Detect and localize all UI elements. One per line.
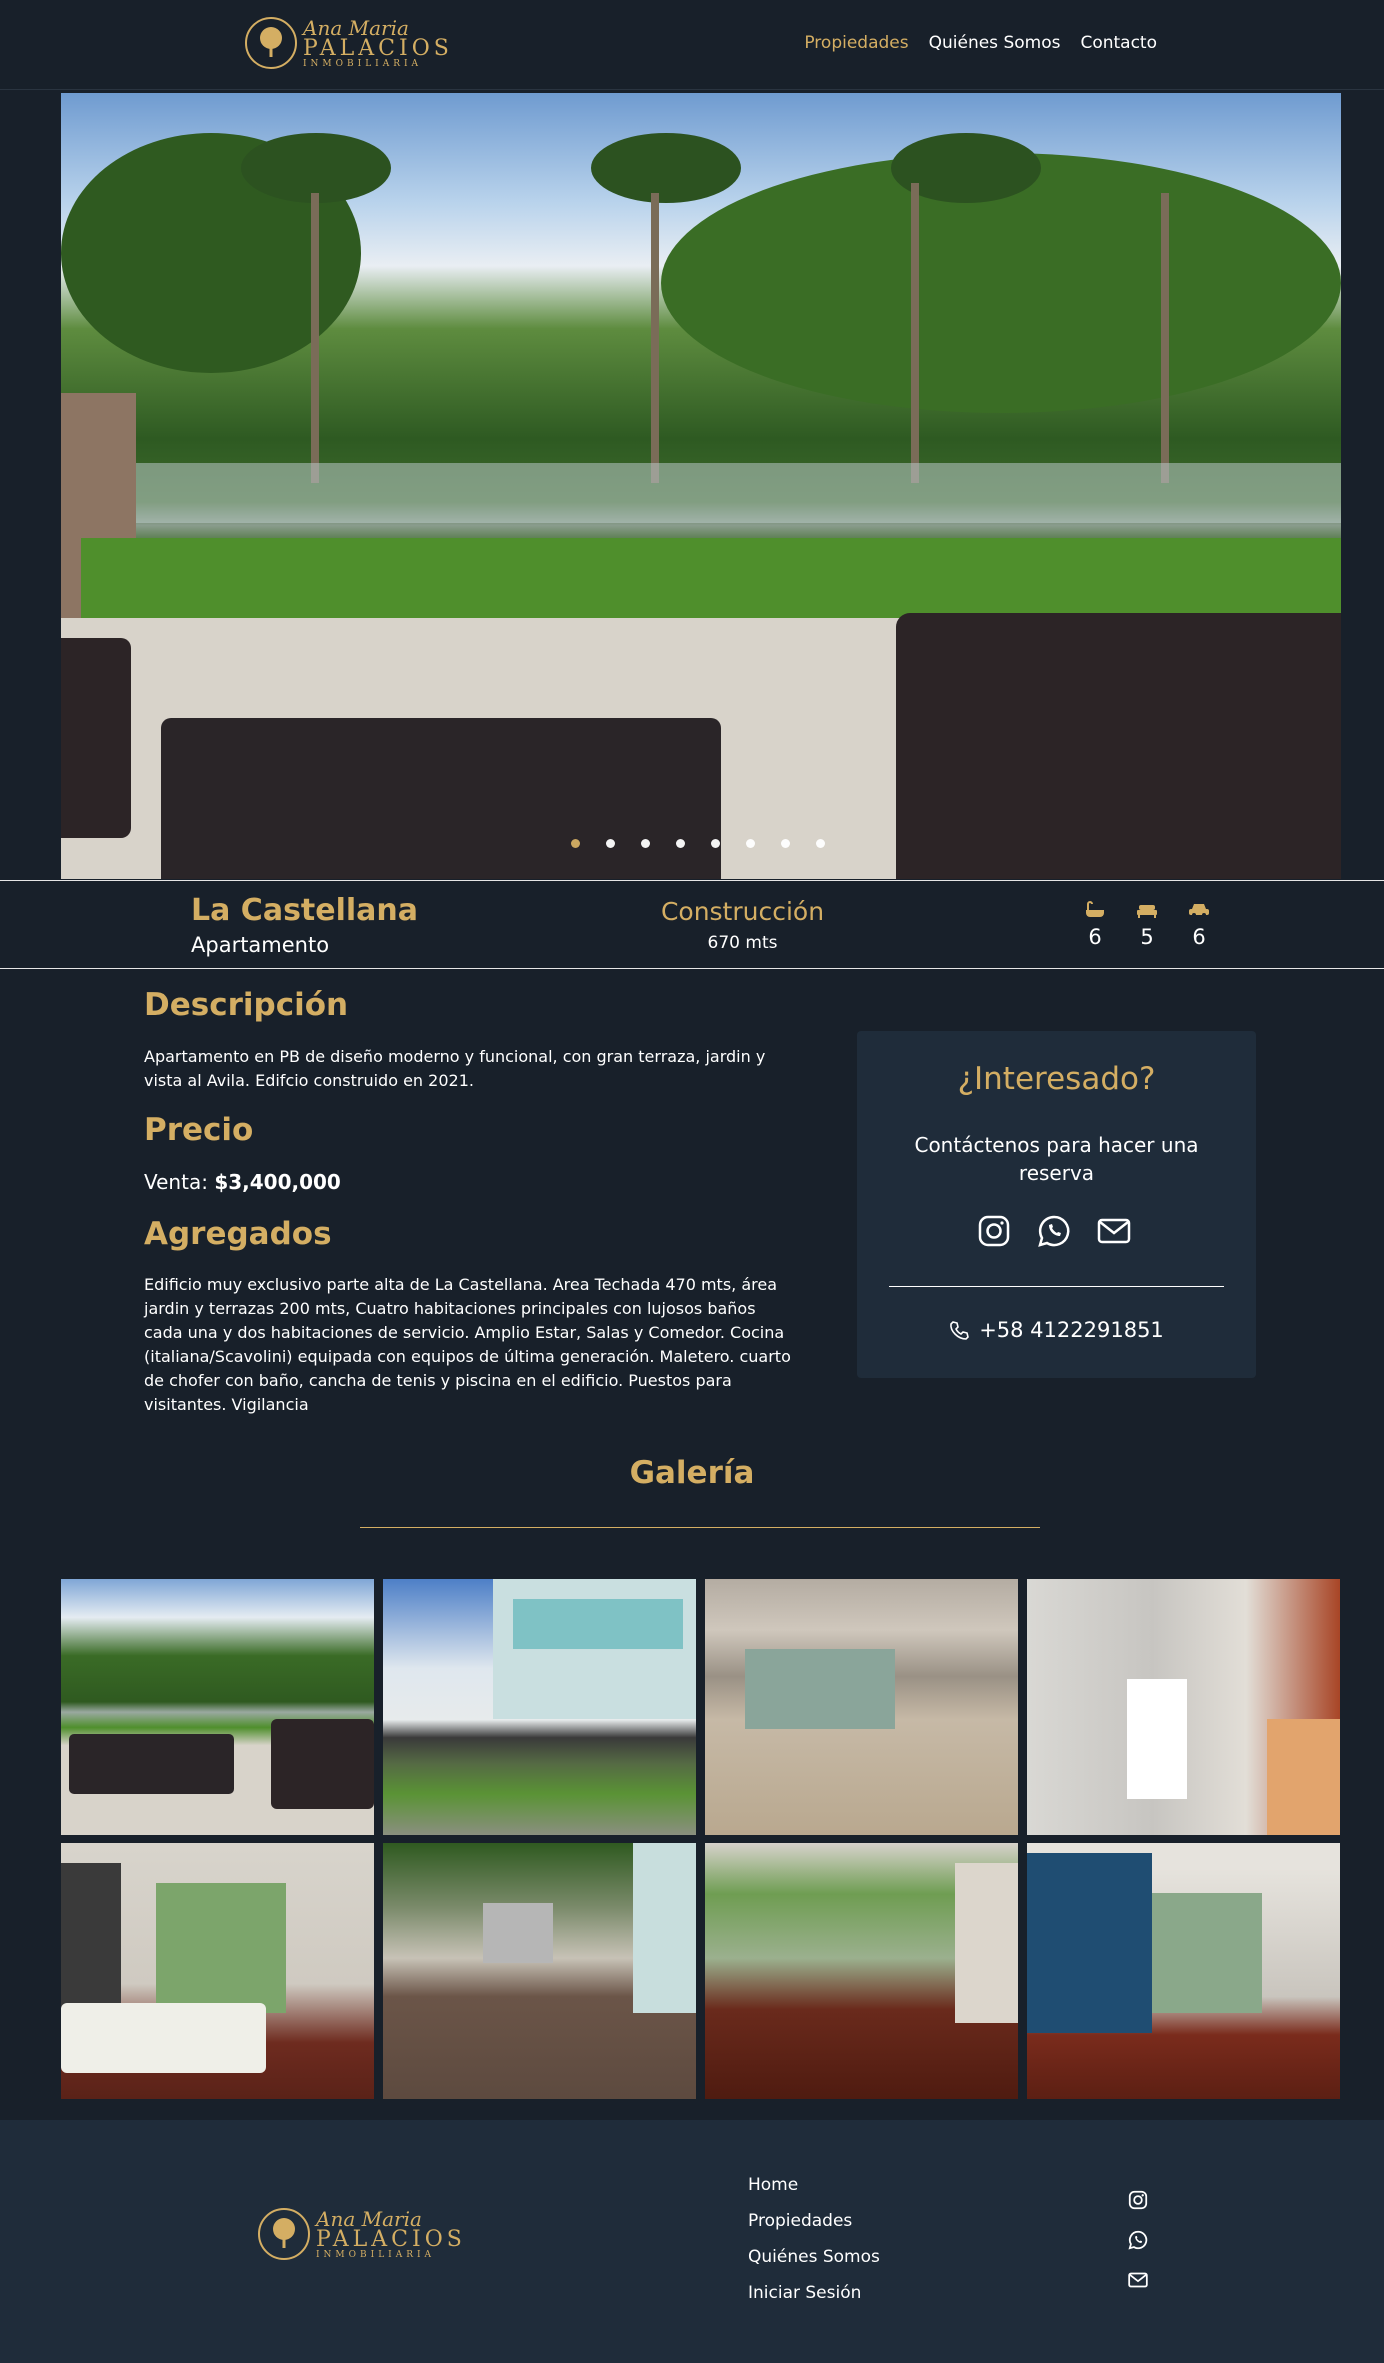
gallery-photo-kitchen[interactable] — [1027, 1579, 1340, 1835]
gallery-divider — [360, 1527, 1040, 1528]
gallery-photo-bbq-terrace[interactable] — [383, 1843, 696, 2099]
carousel-dot[interactable] — [816, 839, 825, 848]
contact-icons — [977, 1214, 1131, 1248]
price-line: Venta: $3,400,000 — [144, 1170, 341, 1194]
brand-name: PALACIOS — [303, 35, 453, 61]
contact-card-subtitle: Contáctenos para hacer una reserva — [914, 1133, 1199, 1185]
top-navbar: Ana Maria PALACIOS INMOBILIARIA Propieda… — [0, 0, 1384, 90]
brand-logo[interactable]: Ana Maria PALACIOS INMOBILIARIA — [245, 17, 453, 69]
bath-stat: 6 — [1080, 901, 1110, 949]
mail-icon[interactable] — [1097, 1214, 1131, 1248]
property-summary-bar: La Castellana Apartamento Construcción 6… — [0, 880, 1384, 969]
tree-emblem-icon — [258, 2208, 310, 2260]
brand-script: Ana Maria — [303, 15, 409, 40]
contact-card-title: ¿Interesado? — [957, 1061, 1156, 1097]
main-menu: Propiedades Quiénes Somos Contacto — [804, 33, 1157, 53]
gallery-photo-terrace-garden[interactable] — [61, 1579, 374, 1835]
bed-stat: 5 — [1132, 901, 1162, 949]
whatsapp-icon[interactable] — [1037, 1214, 1071, 1248]
bath-count: 6 — [1088, 925, 1102, 949]
phone-number: +58 4122291851 — [979, 1318, 1164, 1342]
gallery-title: Galería — [629, 1455, 755, 1491]
footer-link-quienes-somos[interactable]: Quiénes Somos — [748, 2247, 880, 2267]
footer-link-propiedades[interactable]: Propiedades — [748, 2211, 880, 2231]
property-area: 670 mts — [707, 933, 778, 953]
phone-link[interactable]: +58 4122291851 — [857, 1318, 1256, 1342]
parking-stat: 6 — [1184, 901, 1214, 949]
carousel-dot[interactable] — [641, 839, 650, 848]
phone-icon — [950, 1321, 970, 1340]
footer-links: Home Propiedades Quiénes Somos Iniciar S… — [748, 2175, 880, 2303]
nav-quienes-somos[interactable]: Quiénes Somos — [929, 33, 1061, 53]
bed-icon — [1137, 905, 1157, 918]
footer-social — [1128, 2190, 1148, 2290]
description-text: Apartamento en PB de diseño moderno y fu… — [144, 1047, 766, 1090]
wicker-table — [161, 718, 721, 879]
carousel-dot[interactable] — [781, 839, 790, 848]
gallery-photo-blue-wall-room[interactable] — [1027, 1843, 1340, 2099]
carousel-dot[interactable] — [711, 839, 720, 848]
brand-tagline: INMOBILIARIA — [303, 58, 423, 69]
carousel-dot[interactable] — [571, 839, 580, 848]
carousel-dot[interactable] — [676, 839, 685, 848]
footer-brand-script: Ana Maria — [316, 2206, 422, 2231]
hero-carousel[interactable] — [61, 93, 1341, 879]
car-icon — [1189, 904, 1209, 917]
nav-contacto[interactable]: Contacto — [1080, 33, 1157, 53]
photo-gallery — [61, 1579, 1341, 2099]
bathtub-icon — [1086, 901, 1104, 917]
footer: Ana Maria PALACIOS INMOBILIARIA Home Pro… — [0, 2120, 1384, 2363]
extras-heading: Agregados — [144, 1216, 332, 1252]
whatsapp-icon[interactable] — [1128, 2230, 1148, 2250]
wicker-chair — [896, 613, 1341, 879]
gallery-photo-building-exterior[interactable] — [383, 1579, 696, 1835]
tree-emblem-icon — [245, 17, 297, 69]
price-label: Venta: — [144, 1170, 208, 1194]
contact-card: ¿Interesado? Contáctenos para hacer una … — [857, 1031, 1256, 1378]
footer-link-iniciar-sesion[interactable]: Iniciar Sesión — [748, 2283, 880, 2303]
description-heading: Descripción — [144, 987, 349, 1023]
property-status: Construcción — [660, 897, 825, 926]
instagram-icon[interactable] — [1128, 2190, 1148, 2210]
gallery-photo-room-windows[interactable] — [705, 1843, 1018, 2099]
footer-brand-tagline: INMOBILIARIA — [316, 2249, 436, 2260]
instagram-icon[interactable] — [977, 1214, 1011, 1248]
footer-link-home[interactable]: Home — [748, 2175, 880, 2195]
property-title: La Castellana — [191, 893, 419, 928]
extras-text: Edificio muy exclusivo parte alta de La … — [144, 1275, 791, 1414]
price-value: $3,400,000 — [214, 1170, 341, 1194]
parking-count: 6 — [1192, 925, 1206, 949]
card-divider — [889, 1286, 1224, 1287]
carousel-dot[interactable] — [746, 839, 755, 848]
property-type: Apartamento — [191, 933, 330, 957]
carousel-dot[interactable] — [606, 839, 615, 848]
bed-count: 5 — [1140, 925, 1154, 949]
gallery-photo-bedroom[interactable] — [61, 1843, 374, 2099]
footer-logo[interactable]: Ana Maria PALACIOS INMOBILIARIA — [258, 2208, 466, 2260]
mail-icon[interactable] — [1128, 2270, 1148, 2290]
footer-brand-name: PALACIOS — [316, 2226, 466, 2252]
gallery-photo-living-room[interactable] — [705, 1579, 1018, 1835]
price-heading: Precio — [144, 1112, 254, 1148]
nav-propiedades[interactable]: Propiedades — [804, 33, 908, 53]
carousel-indicators — [571, 839, 825, 848]
